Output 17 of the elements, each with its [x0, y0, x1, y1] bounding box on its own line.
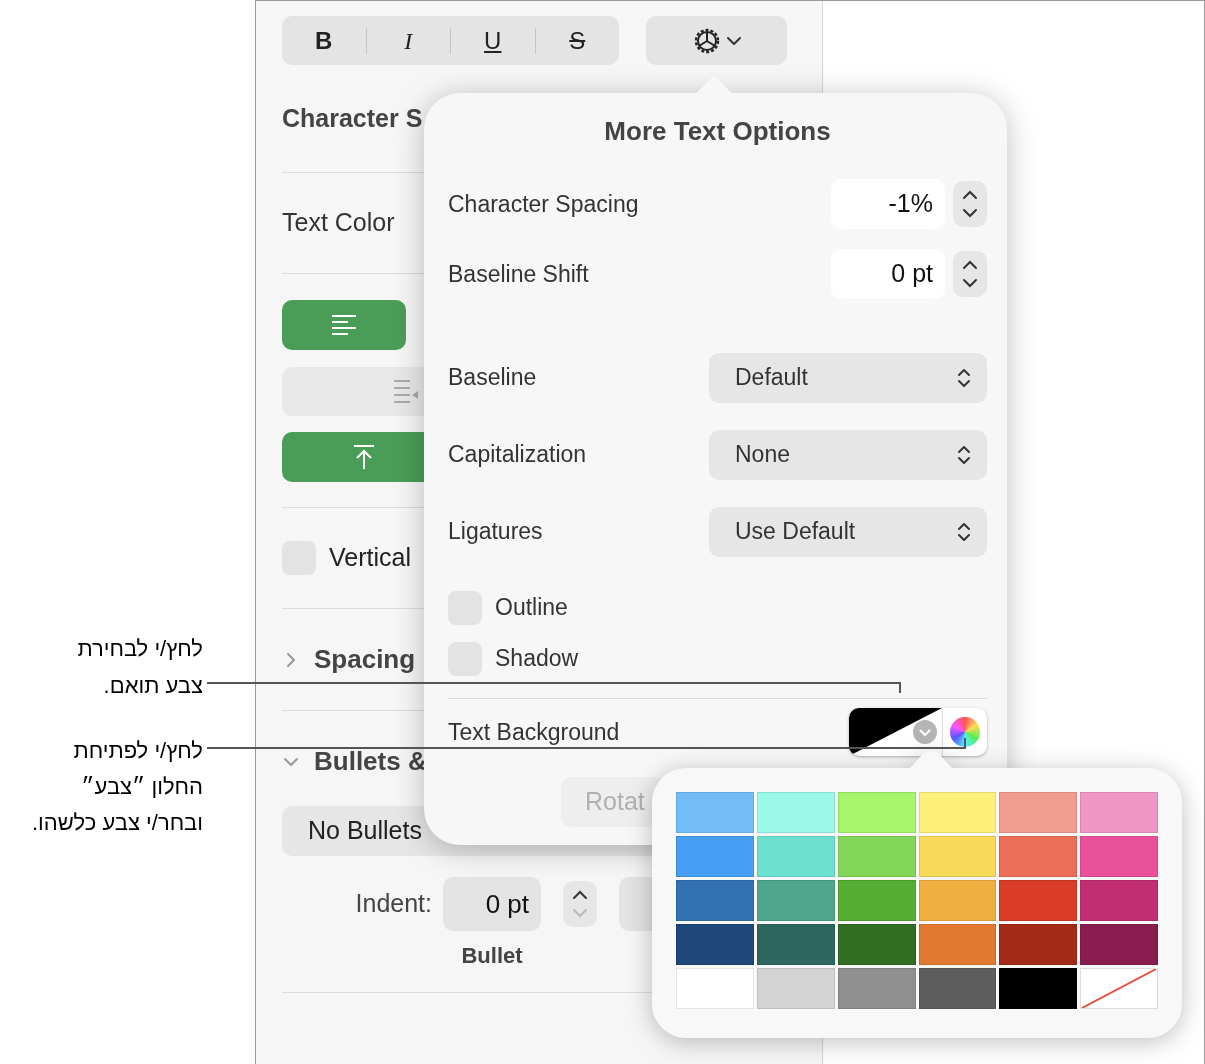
option-label: Shadow: [495, 644, 579, 674]
option-label: Text Background: [448, 717, 620, 747]
vertical-text-label: Vertical: [329, 542, 411, 574]
option-label: Baseline: [448, 363, 538, 393]
option-label: Ligatures: [448, 517, 544, 547]
text-color-label: Text Color: [282, 207, 395, 239]
option-label: Capitalization: [448, 440, 588, 470]
bullet-caption: Bullet: [461, 943, 523, 968]
indent-label: Indent:: [354, 888, 432, 920]
character-styles-label: Character S: [282, 102, 423, 134]
callout-text: לחץ/י לפתיחת החלון ״צבע״ ובחר/י צבע כלשהו.: [31, 737, 203, 837]
option-label: Baseline Shift: [448, 259, 590, 289]
callout-text: לחץ/י לבחירת צבע תואם.: [77, 635, 203, 700]
popover-title: More Text Options: [604, 114, 831, 148]
option-label: Outline: [495, 593, 568, 623]
rotate-button-label: Rotat: [585, 786, 645, 818]
option-label: Character Spacing: [448, 189, 640, 219]
